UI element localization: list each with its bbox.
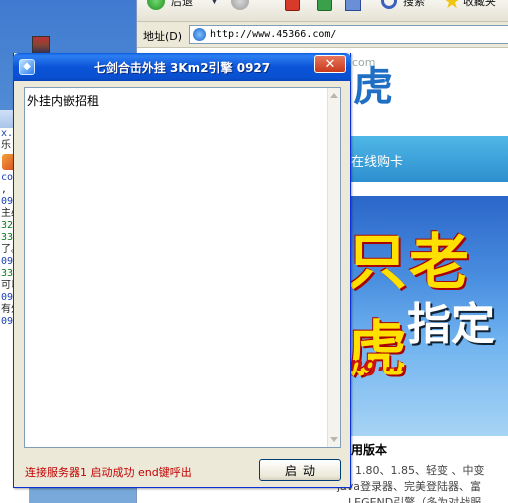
home-icon	[345, 0, 361, 11]
back-arrow-icon	[147, 0, 165, 10]
search-icon	[381, 0, 397, 9]
chevron-down-icon: ▼	[211, 0, 218, 6]
back-dropdown[interactable]: ▼	[211, 0, 218, 8]
favorites-label: 收藏夹	[462, 0, 496, 8]
winrar-icon[interactable]	[32, 36, 50, 54]
home-button[interactable]	[345, 0, 361, 11]
url-input[interactable]: http://www.45366.com/	[189, 25, 508, 44]
refresh-icon	[317, 0, 332, 11]
ie-page-icon	[193, 28, 206, 41]
message-list[interactable]: 外挂内嵌招租	[24, 87, 341, 448]
vertical-scrollbar[interactable]	[327, 88, 340, 447]
dialog-titlebar[interactable]: ◆ 七剑合击外挂 3Km2引擎 0927 ✕	[13, 53, 351, 81]
back-label: 后退	[171, 0, 193, 8]
stop-button[interactable]	[285, 0, 300, 11]
forward-button[interactable]	[231, 0, 249, 10]
nav-link-buy-card[interactable]: 在线购卡	[351, 151, 403, 170]
close-button[interactable]: ✕	[314, 55, 346, 73]
favorites-button[interactable]: ★ 收藏夹	[443, 0, 496, 13]
scroll-up-icon[interactable]	[330, 93, 338, 98]
close-icon: ✕	[324, 56, 336, 72]
plugin-dialog: ◆ 七剑合击外挂 3Km2引擎 0927 ✕ 外挂内嵌招租 连接服务器1 启动成…	[13, 53, 351, 488]
refresh-button[interactable]	[317, 0, 332, 11]
address-bar: 地址(D) http://www.45366.com/	[137, 22, 508, 48]
list-item[interactable]: 外挂内嵌招租	[27, 92, 99, 109]
content-line: java登录器、完美登陆器、富	[337, 480, 482, 493]
banner-tagline: ng....	[349, 352, 408, 376]
search-label: 搜索	[403, 0, 425, 8]
scroll-down-icon[interactable]	[330, 437, 338, 442]
content-line: 6、1.80、1.85、轻变 、中变	[337, 464, 485, 477]
browser-toolbar: 后退 ▼ 搜索 ★ 收藏夹	[137, 0, 508, 22]
content-heading: 用版本	[351, 443, 388, 457]
dialog-title: 七剑合击外挂 3Km2引擎 0927	[93, 61, 271, 75]
site-logo[interactable]: 虎	[353, 54, 393, 112]
url-text: http://www.45366.com/	[210, 29, 337, 40]
content-line: 、LEGEND引擎（多为对战服	[337, 496, 482, 503]
dialog-body: 外挂内嵌招租 连接服务器1 启动成功 end键呼出 启动	[17, 81, 347, 485]
banner-subheadline: 指定	[407, 299, 495, 350]
forward-arrow-icon	[231, 0, 249, 10]
star-icon: ★	[443, 0, 461, 13]
back-button[interactable]: 后退	[147, 0, 193, 10]
search-button[interactable]: 搜索	[381, 0, 425, 9]
status-text: 连接服务器1 启动成功 end键呼出	[25, 466, 192, 479]
stop-icon	[285, 0, 300, 11]
address-label: 地址(D)	[143, 30, 183, 43]
start-button[interactable]: 启动	[259, 459, 341, 481]
